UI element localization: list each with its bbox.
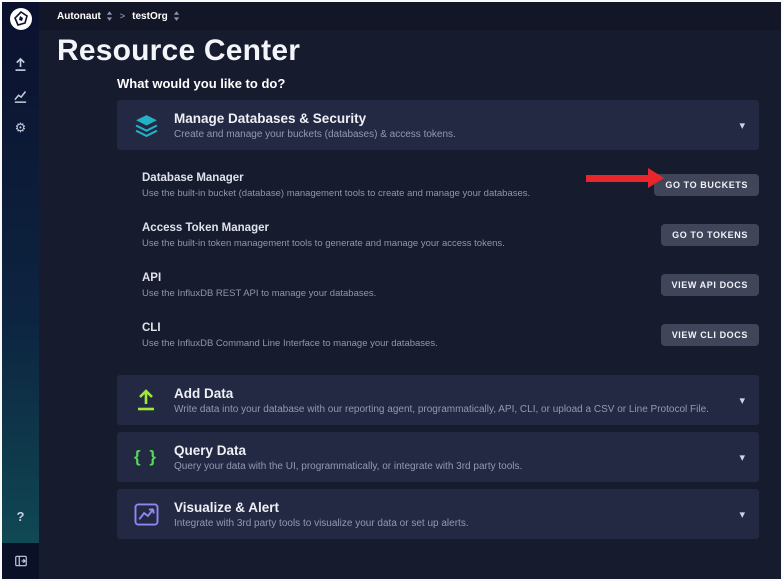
page-subtitle: What would you like to do? xyxy=(117,76,759,91)
row-text: Database Manager Use the built-in bucket… xyxy=(142,172,530,199)
influxdb-logo[interactable] xyxy=(10,8,32,30)
row-text: CLI Use the InfluxDB Command Line Interf… xyxy=(142,322,438,349)
breadcrumb-separator: > xyxy=(118,11,127,21)
upload-icon xyxy=(134,388,174,412)
view-api-docs-button[interactable]: VIEW API DOCS xyxy=(661,274,759,296)
section-manage-databases: Manage Databases & Security Create and m… xyxy=(117,100,759,368)
section-add-data: Add Data Write data into your database w… xyxy=(117,375,759,425)
section-subtitle: Query your data with the UI, programmati… xyxy=(174,461,729,472)
upload-nav-icon[interactable] xyxy=(8,51,34,77)
breadcrumb-org[interactable]: Autonaut xyxy=(57,11,101,22)
row-title: CLI xyxy=(142,322,438,334)
section-title: Visualize & Alert xyxy=(174,500,729,515)
section-title: Manage Databases & Security xyxy=(174,111,729,126)
section-header-visualize-alert[interactable]: Visualize & Alert Integrate with 3rd par… xyxy=(117,489,759,539)
row-database-manager: Database Manager Use the built-in bucket… xyxy=(142,160,759,210)
view-cli-docs-button[interactable]: VIEW CLI DOCS xyxy=(661,324,759,346)
sidebar-toggle-strip xyxy=(2,543,39,579)
panel-toggle-icon[interactable] xyxy=(8,548,34,574)
breadcrumb-bar: Autonaut > testOrg xyxy=(39,2,781,30)
section-rows: Database Manager Use the built-in bucket… xyxy=(117,150,759,368)
row-title: API xyxy=(142,272,376,284)
row-title: Access Token Manager xyxy=(142,222,505,234)
page-title: Resource Center xyxy=(57,34,781,68)
section-query-data: { } Query Data Query your data with the … xyxy=(117,432,759,482)
row-text: Access Token Manager Use the built-in to… xyxy=(142,222,505,249)
section-visualize-alert: Visualize & Alert Integrate with 3rd par… xyxy=(117,489,759,539)
go-to-tokens-button[interactable]: GO TO TOKENS xyxy=(661,224,759,246)
section-header-query-data[interactable]: { } Query Data Query your data with the … xyxy=(117,432,759,482)
section-header-add-data[interactable]: Add Data Write data into your database w… xyxy=(117,375,759,425)
resource-center-content: What would you like to do? Manage Databa… xyxy=(117,70,759,546)
section-subtitle: Create and manage your buckets (database… xyxy=(174,129,729,140)
row-text: API Use the InfluxDB REST API to manage … xyxy=(142,272,376,299)
layers-icon xyxy=(134,114,174,137)
row-desc: Use the InfluxDB REST API to manage your… xyxy=(142,288,376,299)
org-switcher-icon[interactable] xyxy=(106,11,113,21)
section-title-group: Manage Databases & Security Create and m… xyxy=(174,111,729,140)
row-api: API Use the InfluxDB REST API to manage … xyxy=(142,260,759,310)
row-desc: Use the built-in bucket (database) manag… xyxy=(142,188,530,199)
row-desc: Use the built-in token management tools … xyxy=(142,238,505,249)
graph-nav-icon[interactable] xyxy=(8,83,34,109)
braces-glyph: { } xyxy=(134,447,158,467)
section-subtitle: Write data into your database with our r… xyxy=(174,404,729,415)
section-subtitle: Integrate with 3rd party tools to visual… xyxy=(174,518,729,529)
influxdb-logo-glyph xyxy=(13,11,29,27)
chart-icon xyxy=(134,503,174,526)
breadcrumb-suborg[interactable]: testOrg xyxy=(132,11,168,22)
sidebar-bottom-group: ? xyxy=(2,500,39,579)
main-area: Autonaut > testOrg Resource Center What … xyxy=(39,2,781,579)
chevron-down-icon[interactable]: ▾ xyxy=(739,451,745,464)
section-title-group: Visualize & Alert Integrate with 3rd par… xyxy=(174,500,729,529)
section-title: Query Data xyxy=(174,443,729,458)
suborg-switcher-icon[interactable] xyxy=(173,11,180,21)
section-header-manage-databases[interactable]: Manage Databases & Security Create and m… xyxy=(117,100,759,150)
nav-sidebar: ⚙ ? xyxy=(2,2,39,579)
gear-icon[interactable]: ⚙ xyxy=(8,115,34,141)
section-title: Add Data xyxy=(174,386,729,401)
row-cli: CLI Use the InfluxDB Command Line Interf… xyxy=(142,310,759,360)
section-title-group: Add Data Write data into your database w… xyxy=(174,386,729,415)
row-access-token-manager: Access Token Manager Use the built-in to… xyxy=(142,210,759,260)
chevron-down-icon[interactable]: ▾ xyxy=(739,394,745,407)
braces-icon: { } xyxy=(134,447,174,467)
chevron-down-icon[interactable]: ▾ xyxy=(739,119,745,132)
chevron-down-icon[interactable]: ▾ xyxy=(739,508,745,521)
app-window: ⚙ ? Autonaut > testOrg Resource Center xyxy=(0,0,783,581)
row-title: Database Manager xyxy=(142,172,530,184)
help-icon[interactable]: ? xyxy=(8,503,34,529)
section-title-group: Query Data Query your data with the UI, … xyxy=(174,443,729,472)
go-to-buckets-button[interactable]: GO TO BUCKETS xyxy=(654,174,759,196)
row-desc: Use the InfluxDB Command Line Interface … xyxy=(142,338,438,349)
